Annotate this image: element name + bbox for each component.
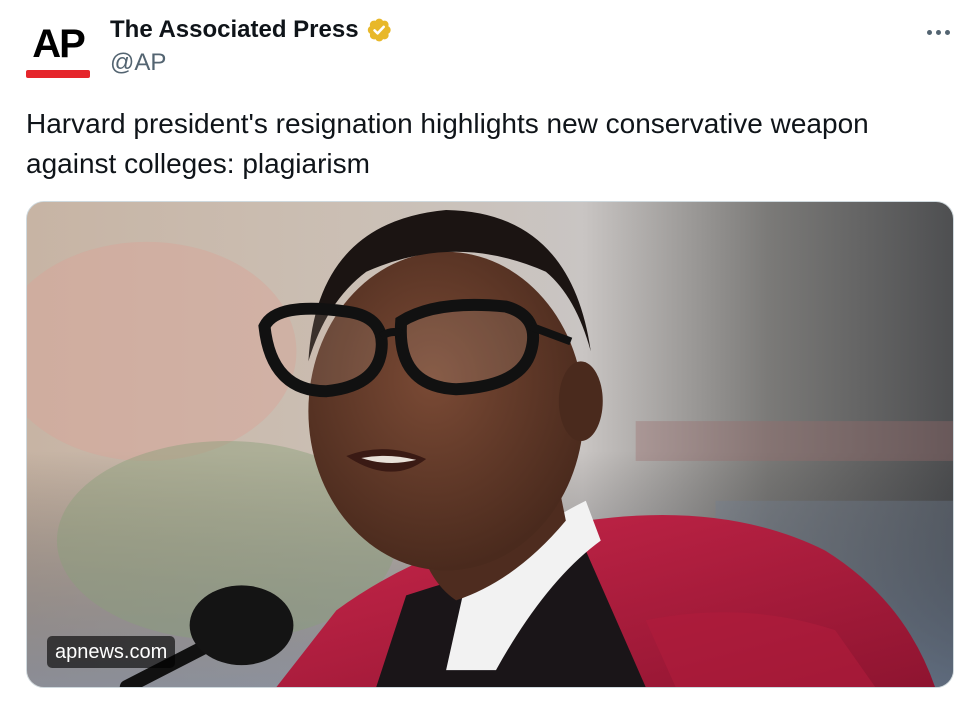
tweet: AP The Associated Press @AP Harvard pres… xyxy=(0,0,980,708)
more-options-icon xyxy=(926,29,932,35)
tweet-text: Harvard president's resignation highligh… xyxy=(26,108,869,179)
card-domain-label: apnews.com xyxy=(47,636,176,668)
avatar-logo-text: AP xyxy=(32,22,86,66)
link-card[interactable]: apnews.com xyxy=(26,201,954,688)
verified-badge-icon[interactable] xyxy=(365,16,393,44)
avatar[interactable]: AP xyxy=(24,14,92,82)
avatar-logo-bar xyxy=(26,70,90,78)
more-options-icon-dot xyxy=(935,29,941,35)
card-photo xyxy=(27,202,953,687)
author-name-row: The Associated Press xyxy=(110,14,393,46)
more-options-icon-dot xyxy=(944,29,950,35)
author-handle[interactable]: @AP xyxy=(110,48,166,78)
author-display-name[interactable]: The Associated Press xyxy=(110,15,359,45)
more-options-button[interactable] xyxy=(920,18,956,46)
